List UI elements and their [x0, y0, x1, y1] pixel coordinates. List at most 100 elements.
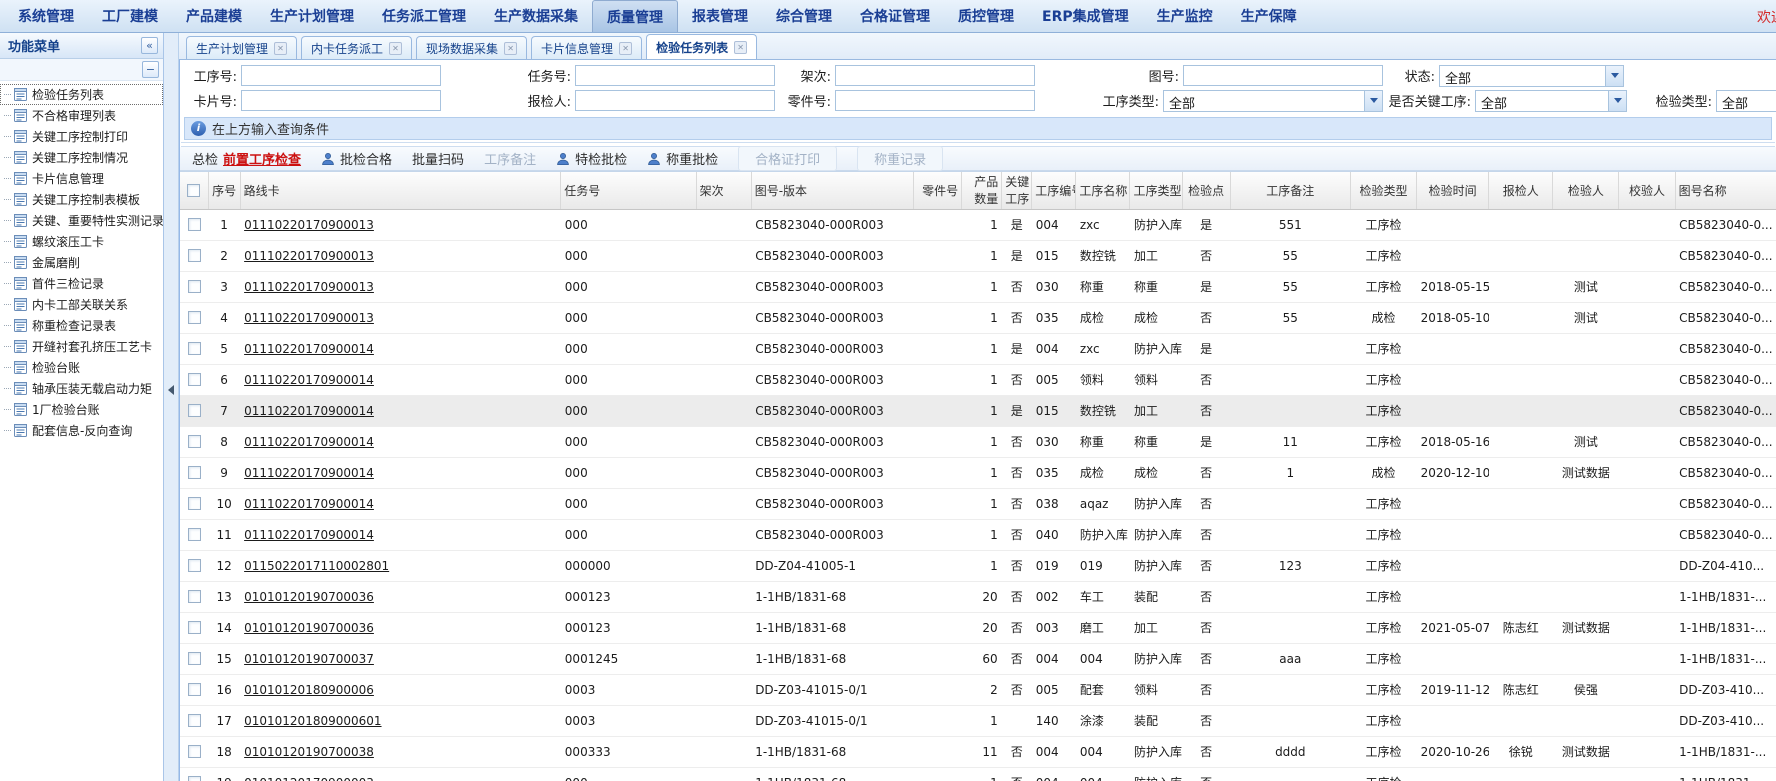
sidebar-item-1[interactable]: 不合格审理列表: [0, 105, 163, 126]
nav-item-6[interactable]: 质量管理: [592, 0, 678, 32]
sidebar-splitter[interactable]: [164, 33, 179, 781]
column-header-工序名称[interactable]: 工序名称: [1076, 172, 1130, 209]
sidebar-item-10[interactable]: 内卡工部关联关系: [0, 294, 163, 315]
任务号-input[interactable]: [575, 65, 775, 86]
sidebar-item-9[interactable]: 首件三检记录: [0, 273, 163, 294]
route-card-link[interactable]: 01110220170900013: [244, 311, 374, 325]
route-card-link[interactable]: 01110220170900013: [244, 280, 374, 294]
route-card-link[interactable]: 01010120190700038: [244, 745, 374, 759]
sidebar-item-16[interactable]: 配套信息-反向查询: [0, 420, 163, 441]
route-card-link[interactable]: 01010120170900003: [244, 776, 374, 781]
nav-item-1[interactable]: 工厂建模: [88, 0, 172, 32]
tab-close-icon[interactable]: ✕: [734, 41, 747, 54]
column-header-零件号[interactable]: 零件号: [914, 172, 962, 209]
nav-item-12[interactable]: 生产监控: [1143, 0, 1227, 32]
select-all-checkbox[interactable]: [187, 184, 200, 197]
sidebar-item-13[interactable]: 检验台账: [0, 357, 163, 378]
nav-item-13[interactable]: 生产保障: [1227, 0, 1311, 32]
row-checkbox[interactable]: [188, 404, 201, 417]
route-card-link[interactable]: 01110220170900014: [244, 342, 374, 356]
架次-input[interactable]: [835, 65, 1035, 86]
column-header-检验人[interactable]: 检验人: [1553, 172, 1619, 209]
row-checkbox[interactable]: [188, 652, 201, 665]
route-card-link[interactable]: 01110220170900014: [244, 466, 374, 480]
nav-item-5[interactable]: 生产数据采集: [480, 0, 592, 32]
sidebar-item-8[interactable]: 金属磨削: [0, 252, 163, 273]
column-header-检验时间[interactable]: 检验时间: [1417, 172, 1489, 209]
panel-minimize-button[interactable]: −: [142, 61, 159, 78]
route-card-link[interactable]: 01010120190700036: [244, 621, 374, 635]
row-checkbox[interactable]: [188, 218, 201, 231]
column-header-检验点[interactable]: 检验点: [1182, 172, 1230, 209]
row-checkbox[interactable]: [188, 528, 201, 541]
route-card-link[interactable]: 01010120190700036: [244, 590, 374, 604]
column-header-checkbox[interactable]: [180, 172, 208, 209]
零件号-input[interactable]: [835, 90, 1035, 111]
sidebar-item-4[interactable]: 卡片信息管理: [0, 168, 163, 189]
row-checkbox[interactable]: [188, 466, 201, 479]
route-card-link[interactable]: 01110220170900013: [244, 218, 374, 232]
column-header-工序类型[interactable]: 工序类型: [1130, 172, 1182, 209]
column-header-校验人[interactable]: 校验人: [1619, 172, 1675, 209]
检验类型-select[interactable]: 全部: [1716, 90, 1776, 112]
tab-close-icon[interactable]: ✕: [504, 42, 517, 55]
dropdown-arrow-button[interactable]: [1608, 91, 1626, 111]
工序号-input[interactable]: [241, 65, 441, 86]
nav-item-3[interactable]: 生产计划管理: [256, 0, 368, 32]
column-header-报检人[interactable]: 报检人: [1489, 172, 1553, 209]
column-header-检验类型[interactable]: 检验类型: [1350, 172, 1416, 209]
row-checkbox[interactable]: [188, 497, 201, 510]
row-checkbox[interactable]: [188, 311, 201, 324]
tab-1[interactable]: 内卡任务派工✕: [301, 36, 412, 59]
状态-select[interactable]: 全部: [1439, 65, 1624, 87]
column-header-产品[interactable]: 产品数量: [962, 172, 1002, 209]
nav-item-10[interactable]: 质控管理: [944, 0, 1028, 32]
row-checkbox[interactable]: [188, 435, 201, 448]
route-card-link[interactable]: 01010120190700037: [244, 652, 374, 666]
工序类型-select[interactable]: 全部: [1163, 90, 1383, 112]
sidebar-item-2[interactable]: 关键工序控制打印: [0, 126, 163, 147]
sidebar-item-12[interactable]: 开缝衬套孔挤压工艺卡: [0, 336, 163, 357]
tab-close-icon[interactable]: ✕: [619, 42, 632, 55]
toolbar-button-批检合格[interactable]: 批检合格: [321, 149, 392, 168]
tab-close-icon[interactable]: ✕: [389, 42, 402, 55]
row-checkbox[interactable]: [188, 249, 201, 262]
column-header-任务号[interactable]: 任务号: [561, 172, 696, 209]
nav-item-11[interactable]: ERP集成管理: [1028, 0, 1143, 32]
column-header-工序编号[interactable]: 工序编号: [1032, 172, 1076, 209]
column-header-序号[interactable]: 序号: [208, 172, 240, 209]
sidebar-item-5[interactable]: 关键工序控制表模板: [0, 189, 163, 210]
row-checkbox[interactable]: [188, 559, 201, 572]
tab-4[interactable]: 检验任务列表✕: [646, 34, 757, 59]
sidebar-item-6[interactable]: 关键、重要特性实测记录: [0, 210, 163, 231]
sidebar-item-7[interactable]: 螺纹滚压工卡: [0, 231, 163, 252]
route-card-link[interactable]: 01110220170900014: [244, 404, 374, 418]
row-checkbox[interactable]: [188, 342, 201, 355]
dropdown-arrow-button[interactable]: [1364, 91, 1382, 111]
报检人-input[interactable]: [575, 90, 775, 111]
row-checkbox[interactable]: [188, 621, 201, 634]
nav-item-4[interactable]: 任务派工管理: [368, 0, 480, 32]
route-card-link[interactable]: 01110220170900014: [244, 528, 374, 542]
卡片号-input[interactable]: [241, 90, 441, 111]
toolbar-button-批量扫码[interactable]: 批量扫码: [412, 149, 464, 168]
toolbar-button-称重批检[interactable]: 称重批检: [647, 149, 718, 168]
route-card-link[interactable]: 01010120180900006: [244, 683, 374, 697]
tab-close-icon[interactable]: ✕: [274, 42, 287, 55]
toolbar-button-前置工序检查[interactable]: 总检前置工序检查: [192, 149, 301, 168]
column-header-关键[interactable]: 关键工序: [1002, 172, 1032, 209]
route-card-link[interactable]: 01110220170900014: [244, 435, 374, 449]
dropdown-arrow-button[interactable]: [1605, 66, 1623, 86]
tab-3[interactable]: 卡片信息管理✕: [531, 36, 642, 59]
sidebar-item-11[interactable]: 称重检查记录表: [0, 315, 163, 336]
sidebar-collapse-button[interactable]: «: [141, 37, 158, 54]
row-checkbox[interactable]: [188, 373, 201, 386]
nav-item-8[interactable]: 综合管理: [762, 0, 846, 32]
tab-0[interactable]: 生产计划管理✕: [186, 36, 297, 59]
tab-2[interactable]: 现场数据采集✕: [416, 36, 527, 59]
sidebar-item-14[interactable]: 轴承压装无载启动力矩: [0, 378, 163, 399]
column-header-图号-版本[interactable]: 图号-版本: [751, 172, 913, 209]
splitter-collapse-icon[interactable]: [168, 385, 174, 395]
route-card-link[interactable]: 01110220170900014: [244, 497, 374, 511]
图号-input[interactable]: [1183, 65, 1383, 86]
